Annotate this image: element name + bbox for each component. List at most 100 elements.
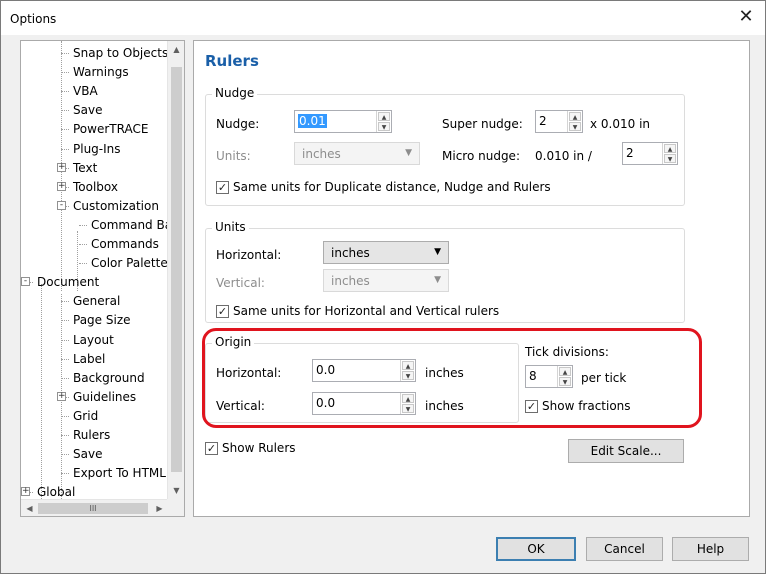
- nudge-up-icon[interactable]: ▲: [378, 112, 390, 121]
- tree-item[interactable]: Warnings: [71, 63, 131, 81]
- tree-item-label[interactable]: VBA: [71, 84, 100, 98]
- tree-connector: [61, 129, 69, 131]
- tree-connector: [61, 454, 69, 456]
- expand-icon[interactable]: +: [57, 162, 66, 172]
- super-nudge-up-icon[interactable]: ▲: [569, 112, 581, 121]
- tree-item[interactable]: Customization: [71, 197, 161, 215]
- nudge-group-title: Nudge: [212, 86, 258, 100]
- micro-nudge-value[interactable]: 2: [626, 146, 634, 160]
- tree-scroll-thumb[interactable]: [171, 67, 182, 472]
- tree-item-label[interactable]: Layout: [71, 333, 116, 347]
- tree-item[interactable]: Text: [71, 159, 99, 177]
- category-tree[interactable]: Snap to Objects Warnings VBA Save PowerTRACE…: [20, 40, 185, 517]
- expand-icon[interactable]: +: [21, 487, 30, 497]
- cancel-button[interactable]: Cancel: [586, 537, 663, 561]
- scroll-down-arrow-icon[interactable]: ▼: [168, 482, 184, 499]
- tree-item[interactable]: VBA: [71, 82, 100, 100]
- nudge-value[interactable]: 0.01: [298, 114, 327, 128]
- tree-item[interactable]: Export To HTML: [71, 464, 168, 482]
- tree-item-label[interactable]: Guidelines: [71, 390, 138, 404]
- tree-item[interactable]: Commands: [89, 235, 161, 253]
- micro-nudge-down-icon[interactable]: ▼: [664, 154, 676, 163]
- edit-scale-button[interactable]: Edit Scale...: [568, 439, 684, 463]
- tree-item[interactable]: Grid: [71, 407, 100, 425]
- close-button[interactable]: ✕: [733, 5, 759, 29]
- nudge-units-value: inches: [302, 147, 341, 161]
- tree-item[interactable]: Toolbox: [71, 178, 120, 196]
- tree-horizontal-scrollbar[interactable]: ◀ III ▶: [21, 499, 168, 516]
- tree-item[interactable]: Guidelines: [71, 388, 138, 406]
- super-nudge-down-icon[interactable]: ▼: [569, 122, 581, 131]
- tree-connector: [79, 244, 87, 245]
- tree-item[interactable]: PowerTRACE: [71, 120, 150, 138]
- tree-item[interactable]: Save: [71, 445, 104, 463]
- tree-hscroll-thumb[interactable]: III: [38, 503, 148, 514]
- scroll-up-arrow-icon[interactable]: ▲: [168, 41, 184, 58]
- super-nudge-value[interactable]: 2: [539, 114, 547, 128]
- tree-item-label[interactable]: Background: [71, 371, 147, 385]
- ok-button[interactable]: OK: [496, 537, 576, 561]
- tree-item-label[interactable]: Save: [71, 103, 104, 117]
- micro-nudge-up-icon[interactable]: ▲: [664, 144, 676, 153]
- tree-item[interactable]: Document: [35, 273, 101, 291]
- micro-nudge-spinner[interactable]: 2 ▲ ▼: [622, 142, 678, 165]
- tree-item-label[interactable]: PowerTRACE: [71, 122, 150, 136]
- tree-item[interactable]: General: [71, 292, 122, 310]
- nudge-spinner[interactable]: 0.01 ▲ ▼: [294, 110, 392, 133]
- tree-item[interactable]: Plug-Ins: [71, 140, 123, 158]
- collapse-icon[interactable]: -: [57, 200, 66, 210]
- tree-item-label[interactable]: Rulers: [71, 428, 113, 442]
- expand-icon[interactable]: +: [57, 181, 66, 191]
- tree-item[interactable]: Label: [71, 350, 107, 368]
- tree-item-label[interactable]: Toolbox: [71, 180, 120, 194]
- super-nudge-suffix: x 0.010 in: [590, 117, 651, 131]
- expand-icon[interactable]: +: [57, 391, 66, 401]
- tree-item-label[interactable]: Save: [71, 447, 104, 461]
- tree-connector: [41, 284, 42, 499]
- checkmark-icon[interactable]: ✓: [216, 304, 229, 318]
- tree-item[interactable]: Rulers: [71, 426, 113, 444]
- tree-item[interactable]: Save: [71, 101, 104, 119]
- tree-item-label[interactable]: Global: [35, 485, 77, 499]
- tree-item-label[interactable]: Text: [71, 161, 99, 175]
- tree-item[interactable]: Background: [71, 369, 147, 387]
- tree-item[interactable]: Page Size: [71, 311, 133, 329]
- tree-item-label[interactable]: Label: [71, 352, 107, 366]
- same-units-rulers-checkbox[interactable]: ✓ Same units for Horizontal and Vertical…: [216, 304, 499, 318]
- nudge-down-icon[interactable]: ▼: [378, 122, 390, 131]
- chevron-down-icon[interactable]: ▼: [434, 247, 441, 257]
- same-units-rulers-label: Same units for Horizontal and Vertical r…: [233, 304, 500, 318]
- tree-item-label[interactable]: Warnings: [71, 65, 131, 79]
- checkmark-icon[interactable]: ✓: [216, 180, 229, 194]
- checkmark-icon[interactable]: ✓: [205, 441, 218, 455]
- scroll-right-arrow-icon[interactable]: ▶: [151, 500, 168, 516]
- units-horizontal-select[interactable]: inches ▼: [323, 241, 449, 264]
- tree-item-label[interactable]: Snap to Objects: [71, 46, 170, 60]
- tree-item[interactable]: Command Ba: [89, 216, 174, 234]
- show-rulers-checkbox[interactable]: ✓ Show Rulers: [205, 441, 296, 455]
- tree-connector: [61, 473, 69, 475]
- tree-item[interactable]: Snap to Objects: [71, 44, 170, 62]
- tree-vertical-scrollbar[interactable]: ▲ ▼: [167, 41, 184, 499]
- tree-connector: [61, 320, 69, 322]
- collapse-icon[interactable]: -: [21, 277, 30, 287]
- tree-item-label[interactable]: Plug-Ins: [71, 142, 123, 156]
- super-nudge-spinner[interactable]: 2 ▲ ▼: [535, 110, 583, 133]
- tree-item-label[interactable]: Document: [35, 275, 101, 289]
- tree-item-label[interactable]: Page Size: [71, 313, 133, 327]
- tree-connector: [61, 301, 69, 303]
- same-units-nudge-checkbox[interactable]: ✓ Same units for Duplicate distance, Nud…: [216, 180, 551, 194]
- tree-item-label[interactable]: Commands: [89, 237, 161, 251]
- tree-item-label[interactable]: Color Palette: [89, 256, 170, 270]
- tree-item[interactable]: Color Palette: [89, 254, 170, 272]
- units-group-title: Units: [212, 220, 249, 234]
- tree-item-label[interactable]: Command Ba: [89, 218, 174, 232]
- tree-item-label[interactable]: General: [71, 294, 122, 308]
- tree-item-label[interactable]: Customization: [71, 199, 161, 213]
- tree-item-label[interactable]: Grid: [71, 409, 100, 423]
- scroll-left-arrow-icon[interactable]: ◀: [21, 500, 38, 516]
- tree-item-label[interactable]: Export To HTML: [71, 466, 168, 480]
- help-button[interactable]: Help: [672, 537, 749, 561]
- tree-item[interactable]: Layout: [71, 331, 116, 349]
- units-horizontal-value[interactable]: inches: [331, 246, 370, 260]
